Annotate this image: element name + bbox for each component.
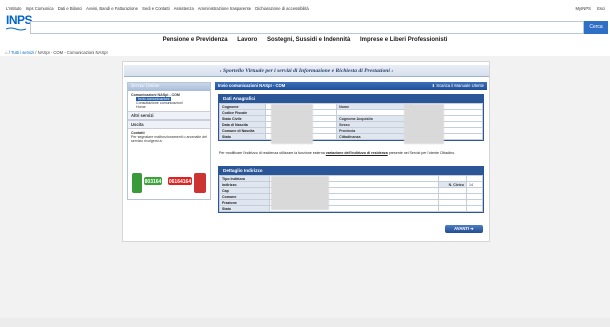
- redacted-area: [404, 104, 444, 144]
- residence-note: Per modificare l'indirizzo di residenza …: [219, 151, 485, 156]
- breadcrumb-current: NASpI - COM - Comunicazioni NASpI: [37, 50, 108, 55]
- nav-pensione[interactable]: Pensione e Previdenza: [163, 37, 228, 43]
- nav-imprese[interactable]: Imprese e Liberi Professionisti: [360, 37, 447, 43]
- menu-section: Comunicazioni NASpI - COM Invio comunica…: [128, 91, 210, 111]
- form-header-title: Invio comunicazioni NASpI - COM: [218, 83, 286, 88]
- dettaglio-indirizzo-panel: Dettaglio Indirizzo Tipo Indirizzo Indir…: [218, 166, 484, 213]
- redacted-area: [271, 176, 329, 210]
- redacted-area: [271, 104, 313, 144]
- service-card: ‹ Sportello Virtuale per i servizi di In…: [122, 61, 490, 242]
- top-link[interactable]: Amministrazione trasparente: [198, 6, 251, 11]
- myinps-link[interactable]: MyINPS: [576, 6, 591, 11]
- main-nav: Pensione e Previdenza Lavoro Sostegni, S…: [0, 37, 610, 43]
- table-row: Stato: [219, 205, 483, 212]
- top-links: L'Istituto Inps Comunica Dati e Bilanci …: [6, 6, 312, 11]
- logo-wave-icon: [6, 27, 26, 31]
- contatti-text: Per segnalare malfunzionamenti o anomali…: [131, 135, 207, 143]
- search-input[interactable]: [30, 21, 584, 34]
- dati-anagrafici-panel: Dati Anagrafici Cognome Nome Codice Fisca…: [218, 94, 484, 144]
- phone-number-2: 06164164: [169, 179, 191, 185]
- dati-anagrafici-title: Dati Anagrafici: [219, 95, 483, 103]
- top-link[interactable]: Sedi e Contatti: [142, 6, 169, 11]
- home-icon[interactable]: ⌂: [5, 50, 8, 55]
- footer-bar: [0, 318, 610, 327]
- menu-uscita[interactable]: Uscita: [128, 120, 210, 129]
- service-banner: ‹ Sportello Virtuale per i servizi di In…: [124, 65, 489, 77]
- dettaglio-indirizzo-table: Tipo Indirizzo Indirizzo N. Civico 14 Cap …: [219, 175, 483, 212]
- left-menu: Servizi Online Comunicazioni NASpI - COM…: [127, 82, 211, 200]
- empty-cell: [438, 205, 467, 212]
- download-manual-label: Scarica il Manuale Utente: [436, 83, 484, 88]
- note-text-end: presente nei Servizi per l'utente Cittad…: [388, 151, 456, 155]
- breadcrumb: ⌂ / Tutti i servizi / NASpI - COM - Comu…: [5, 50, 108, 55]
- inps-logo[interactable]: INPS: [6, 13, 33, 27]
- label-stato: Stato: [219, 133, 266, 140]
- form-header: Invio comunicazioni NASpI - COM ⬇ Scaric…: [215, 82, 487, 90]
- logout-link[interactable]: Esci: [597, 6, 605, 11]
- empty-cell: [466, 205, 483, 212]
- avanti-button[interactable]: AVANTI ➔: [445, 225, 483, 233]
- top-header: L'Istituto Inps Comunica Dati e Bilanci …: [0, 0, 610, 56]
- residence-change-link[interactable]: variazione dell'indirizzo di residenza: [326, 151, 388, 155]
- avanti-label: AVANTI: [454, 226, 470, 231]
- contatti-box: Contatti Per segnalare malfunzionamenti …: [128, 129, 210, 145]
- label-cittadinanza: Cittadinanza: [336, 133, 412, 140]
- top-link[interactable]: Assistenza: [174, 6, 194, 11]
- menu-altri-servizi[interactable]: Altri servizi: [128, 111, 210, 120]
- nav-sostegni[interactable]: Sostegni, Sussidi e Indennità: [267, 37, 350, 43]
- nav-lavoro[interactable]: Lavoro: [237, 37, 257, 43]
- phone-number-1: 803164: [145, 179, 162, 185]
- breadcrumb-all-services[interactable]: Tutti i servizi: [11, 50, 34, 55]
- top-right-links: MyINPS Esci: [571, 6, 605, 11]
- top-link[interactable]: Avvisi, Bandi e Fatturazione: [86, 6, 138, 11]
- main-form: Invio comunicazioni NASpI - COM ⬇ Scaric…: [215, 82, 487, 240]
- top-link[interactable]: Inps Comunica: [26, 6, 54, 11]
- left-menu-header: Servizi Online: [128, 83, 210, 91]
- top-link[interactable]: L'Istituto: [6, 6, 21, 11]
- search-button[interactable]: Cerca: [584, 21, 608, 34]
- download-manual-link[interactable]: ⬇ Scarica il Manuale Utente: [432, 82, 484, 90]
- label-stato-indirizzo: Stato: [219, 205, 270, 212]
- note-text: Per modificare l'indirizzo di residenza …: [219, 151, 325, 155]
- top-link[interactable]: Dati e Bilanci: [58, 6, 82, 11]
- dettaglio-indirizzo-title: Dettaglio Indirizzo: [219, 167, 483, 175]
- banner-title: Sportello Virtuale per i servizi di Info…: [223, 68, 390, 74]
- contact-center-image: 803164 06164164: [130, 171, 210, 197]
- menu-item-home[interactable]: Home: [136, 105, 207, 109]
- top-link[interactable]: Dichiarazione di accessibilità: [255, 6, 309, 11]
